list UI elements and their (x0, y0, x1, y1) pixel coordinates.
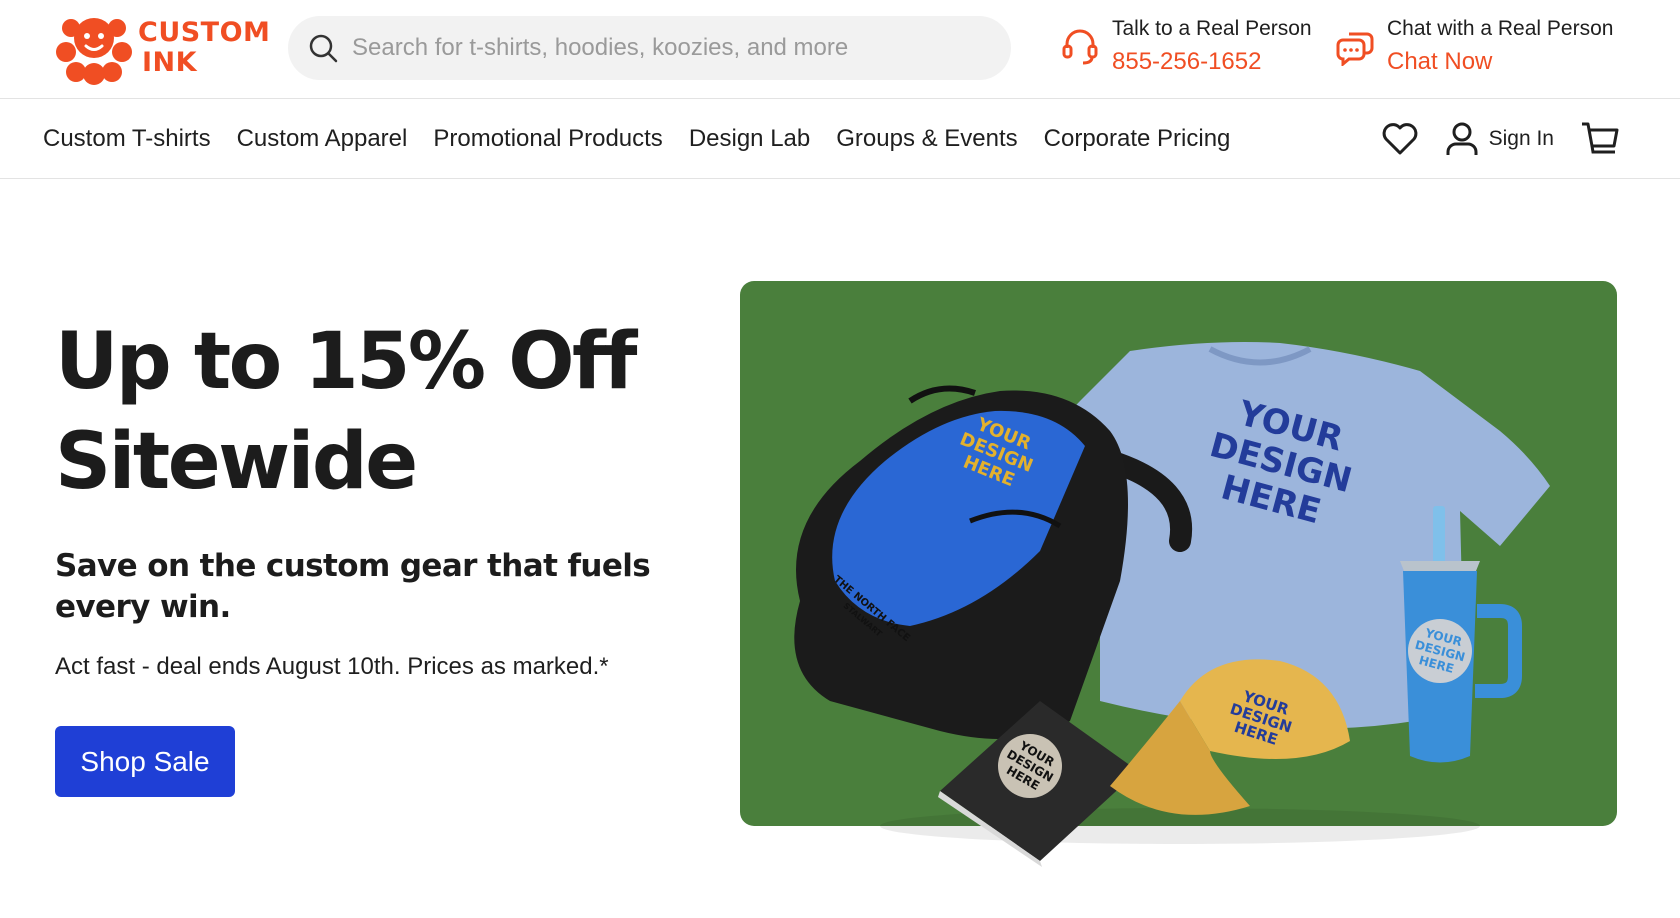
chat-now-link[interactable]: Chat Now (1387, 44, 1613, 80)
nav-item-custom-tshirts[interactable]: Custom T-shirts (43, 125, 211, 153)
main-nav: Custom T-shirts Custom Apparel Promotion… (0, 99, 1680, 179)
nav-item-corporate-pricing[interactable]: Corporate Pricing (1044, 125, 1231, 153)
phone-contact-title: Talk to a Real Person (1112, 17, 1312, 40)
chat-contact: Chat with a Real Person Chat Now (1335, 14, 1613, 80)
headset-icon (1062, 29, 1098, 65)
nav-item-design-lab[interactable]: Design Lab (689, 125, 810, 153)
heart-icon[interactable] (1381, 121, 1419, 157)
nav-utilities: Sign In (1381, 99, 1620, 179)
cart-icon[interactable] (1580, 120, 1620, 158)
hero-title-line2: Sitewide (55, 417, 418, 507)
nav-item-groups-events[interactable]: Groups & Events (836, 125, 1017, 153)
logo-line1: CUSTOM (138, 17, 271, 48)
search-bar[interactable] (288, 16, 1011, 80)
nav-links: Custom T-shirts Custom Apparel Promotion… (43, 99, 1256, 179)
nav-item-custom-apparel[interactable]: Custom Apparel (237, 125, 408, 153)
nav-item-promotional-products[interactable]: Promotional Products (433, 125, 662, 153)
phone-number-link[interactable]: 855-256-1652 (1112, 44, 1312, 80)
search-input[interactable] (352, 34, 992, 62)
hero-title-line1: Up to 15% Off (55, 317, 637, 407)
chat-bubble-icon (1336, 32, 1374, 66)
logo-wordmark: CUSTOM INK (138, 18, 270, 78)
search-icon[interactable] (308, 33, 338, 63)
sign-in-link[interactable]: Sign In (1489, 127, 1554, 151)
logo-link[interactable]: CUSTOM INK (54, 10, 274, 86)
octopus-logo-icon (56, 18, 132, 85)
hero-product-image[interactable]: YOUR DESIGN HERE YOUR DESIGN HERE THE NO… (740, 281, 1617, 867)
chat-contact-title: Chat with a Real Person (1387, 17, 1614, 40)
user-icon[interactable] (1445, 121, 1479, 157)
hero-note: Act fast - deal ends August 10th. Prices… (55, 653, 609, 680)
hero-subtitle: Save on the custom gear that fuels every… (55, 548, 651, 625)
top-header: CUSTOM INK Talk to a Real Person 855-256… (0, 0, 1680, 99)
product-illustration: YOUR DESIGN HERE YOUR DESIGN HERE THE NO… (794, 342, 1550, 867)
hero-title: Up to 15% Off Sitewide (55, 312, 675, 512)
logo-line2: INK (142, 47, 198, 78)
shop-sale-button[interactable]: Shop Sale (55, 726, 235, 797)
phone-contact: Talk to a Real Person 855-256-1652 (1060, 14, 1312, 80)
